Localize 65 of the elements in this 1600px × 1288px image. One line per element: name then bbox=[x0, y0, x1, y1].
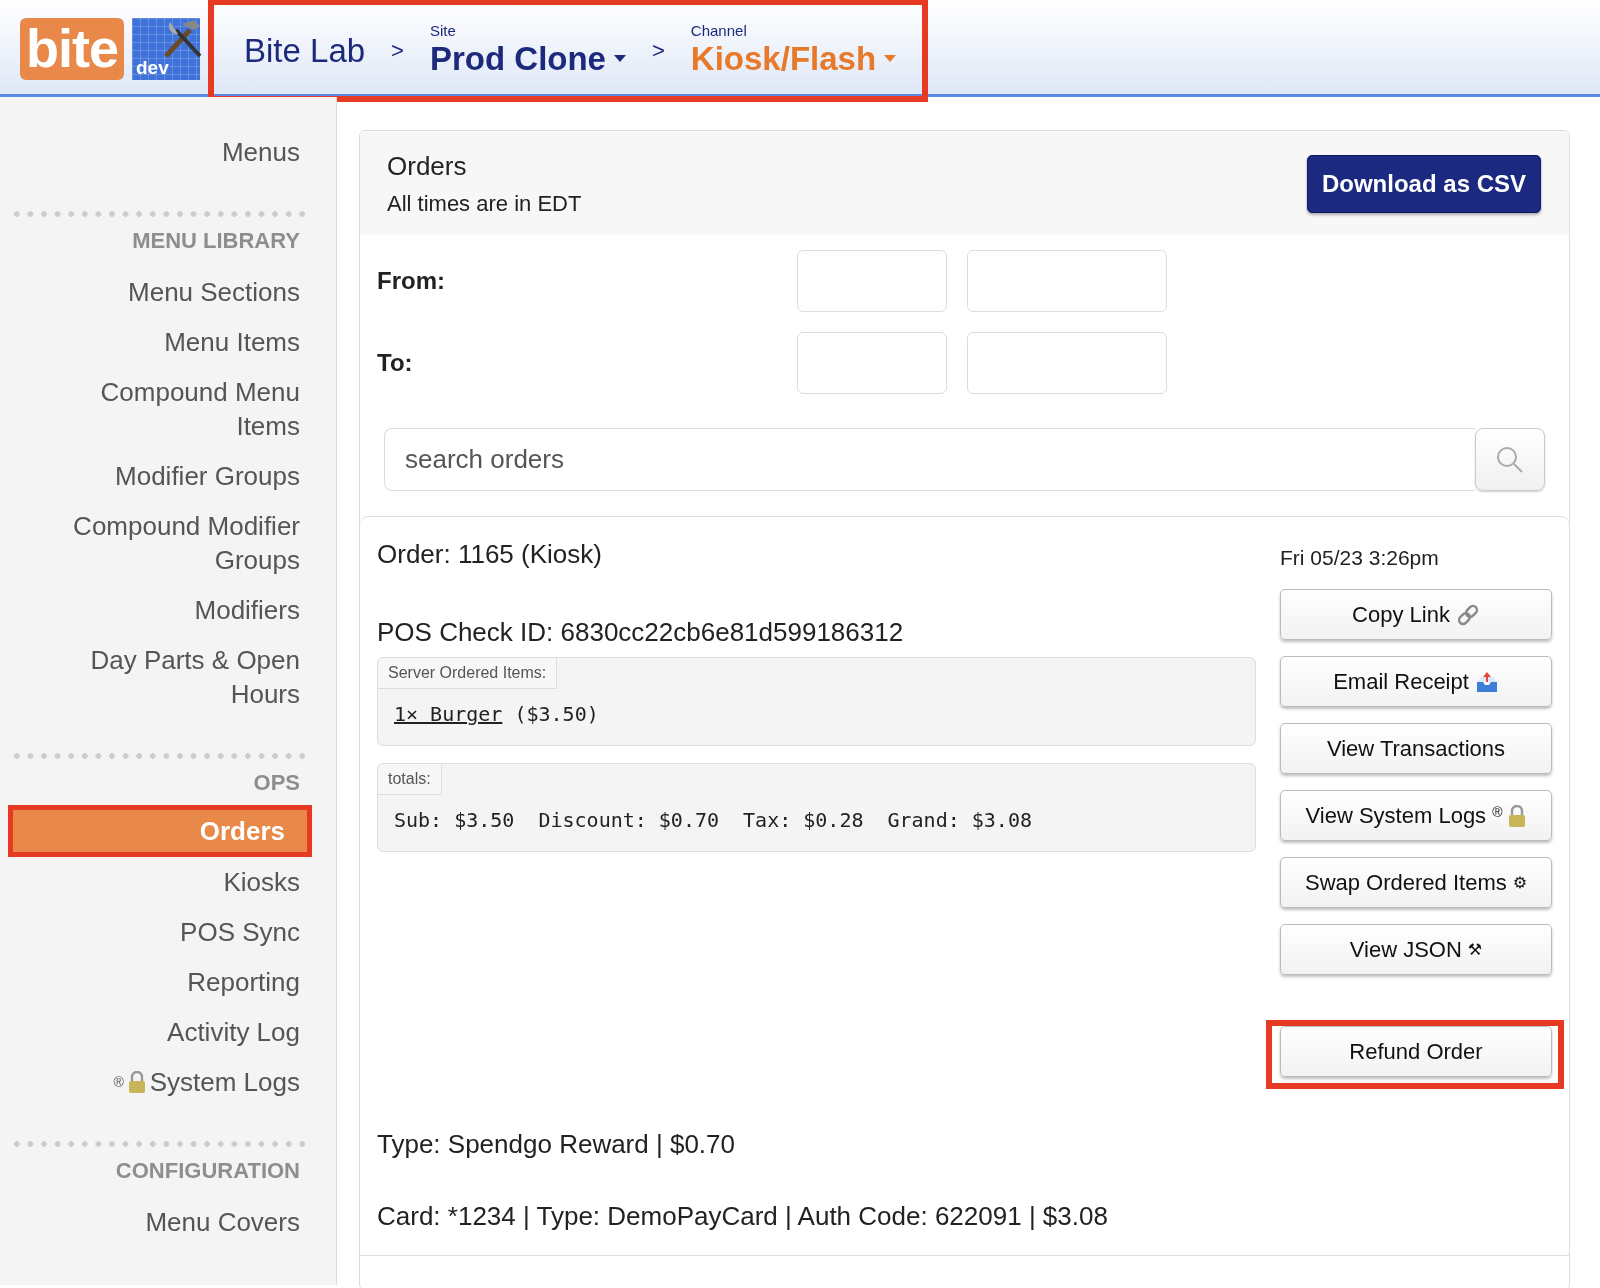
date-field[interactable] bbox=[797, 332, 947, 394]
org-name[interactable]: Bite Lab bbox=[244, 25, 366, 76]
sidebar-item[interactable]: Modifier Groups bbox=[10, 451, 306, 501]
site-dropdown[interactable]: Prod Clone bbox=[429, 38, 626, 79]
action-button[interactable]: View Transactions bbox=[1280, 723, 1552, 774]
action-button[interactable]: Swap Ordered Items ⚙ bbox=[1280, 857, 1552, 908]
time-field[interactable] bbox=[967, 332, 1167, 394]
panel-subtitle: All times are in EDT bbox=[387, 190, 582, 218]
total-value: Tax: $0.28 bbox=[743, 807, 864, 834]
sidebar-item[interactable]: Day Parts & Open Hours bbox=[10, 635, 306, 719]
item-price: ($3.50) bbox=[514, 702, 599, 726]
sidebar-item[interactable]: Activity Log bbox=[10, 1007, 306, 1057]
order-title: Order: 1165 (Kiosk) bbox=[377, 538, 603, 571]
sidebar-item[interactable]: POS Sync bbox=[10, 907, 306, 957]
filter-label: To: bbox=[377, 348, 414, 378]
sidebar-item[interactable]: Modifiers bbox=[10, 585, 306, 635]
time-field[interactable] bbox=[967, 250, 1167, 312]
sidebar-item[interactable]: Compound Modifier Groups bbox=[10, 501, 306, 585]
dev-label: dev bbox=[135, 56, 169, 80]
fieldset-legend: totals: bbox=[378, 764, 442, 795]
search-button[interactable] bbox=[1475, 428, 1545, 491]
search-icon bbox=[1495, 444, 1525, 475]
section-heading: CONFIGURATION bbox=[114, 1157, 301, 1185]
payment-line: Card: *1234 | Type: DemoPayCard | Auth Code: 622091 | $3.08 bbox=[377, 1200, 1109, 1233]
payment-line: Type: Spendgo Reward | $0.70 bbox=[377, 1128, 736, 1161]
action-button[interactable]: View JSON ⚒ bbox=[1280, 924, 1552, 975]
sidebar-item[interactable]: Kiosks bbox=[10, 857, 306, 907]
symbol-icon: ⚒ bbox=[1467, 937, 1483, 962]
refund-button[interactable]: Refund Order bbox=[1280, 1026, 1552, 1077]
registered-mark: ® bbox=[113, 1073, 124, 1092]
symbol-icon: ⚙ bbox=[1512, 870, 1528, 895]
caret-icon bbox=[614, 54, 626, 63]
section-heading: OPS bbox=[252, 769, 301, 797]
link-icon bbox=[1455, 602, 1480, 627]
registered-mark: ® bbox=[1492, 803, 1503, 822]
section-heading: MENU LIBRARY bbox=[131, 227, 301, 255]
logo-text: bite bbox=[20, 18, 124, 80]
fieldset-legend: Server Ordered Items: bbox=[378, 658, 558, 689]
sidebar-item[interactable]: Menu Items bbox=[10, 317, 306, 367]
caret-icon bbox=[884, 54, 897, 63]
crumb-caption: Site bbox=[429, 22, 457, 39]
pos-check-id: POS Check ID: 6830cc22cb6e81d599186312 bbox=[377, 616, 905, 649]
sidebar-item[interactable]: Menu Sections bbox=[10, 267, 306, 317]
sidebar-item[interactable]: Reporting bbox=[10, 957, 306, 1007]
sidebar-item[interactable]: Menus bbox=[10, 127, 306, 177]
total-value: Grand: $3.08 bbox=[887, 807, 1032, 834]
sidebar-item[interactable]: ® System Logs bbox=[10, 1057, 306, 1107]
action-button[interactable]: Copy Link bbox=[1280, 589, 1552, 640]
search-field[interactable]: search orders bbox=[384, 428, 1475, 491]
total-value: Discount: $0.70 bbox=[538, 807, 720, 834]
item-link[interactable]: 1× Burger bbox=[394, 702, 503, 726]
sidebar-item[interactable]: Menu Covers bbox=[10, 1197, 306, 1247]
order-date: Fri 05/23 3:26pm bbox=[1280, 545, 1440, 571]
download-button[interactable]: Download as CSV bbox=[1306, 155, 1541, 213]
crumb-separator: > bbox=[391, 37, 404, 65]
crumb-caption: Channel bbox=[690, 22, 748, 39]
filter-label: From: bbox=[377, 266, 446, 296]
action-button[interactable]: View System Logs ® bbox=[1280, 790, 1552, 841]
date-field[interactable] bbox=[797, 250, 947, 312]
panel-title: Orders bbox=[387, 150, 468, 183]
crumb-separator: > bbox=[652, 37, 665, 65]
sidebar-item[interactable]: Compound Menu Items bbox=[10, 367, 306, 451]
action-button[interactable]: Email Receipt bbox=[1280, 656, 1552, 707]
lock-icon bbox=[1508, 804, 1527, 827]
total-value: Sub: $3.50 bbox=[394, 807, 515, 834]
